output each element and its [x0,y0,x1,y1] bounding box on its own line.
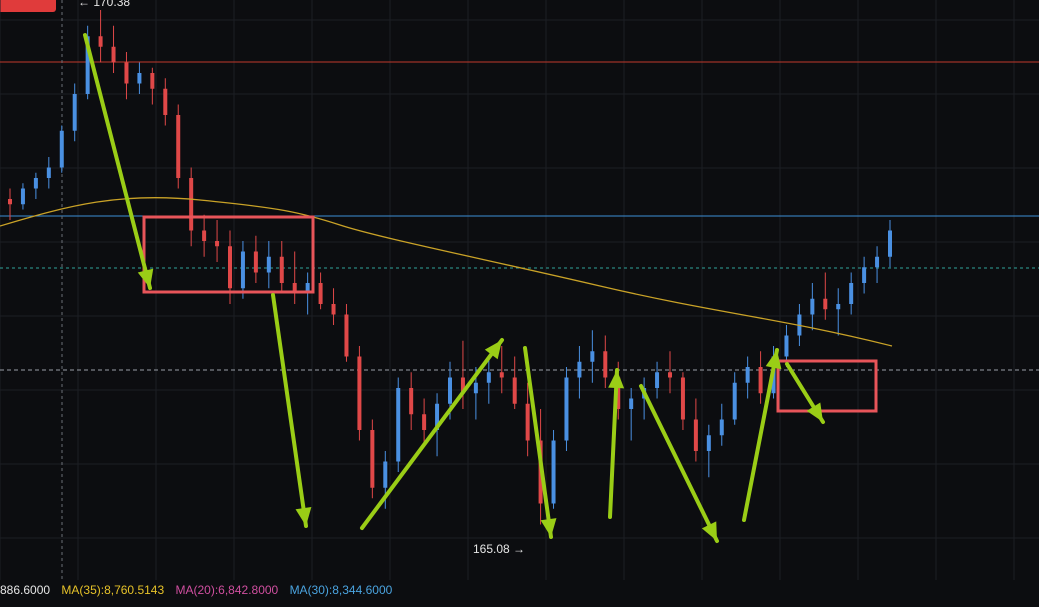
trend-arrow [608,368,619,519]
candle-body [590,351,595,362]
candle-body [655,372,660,388]
candle-body [564,377,569,441]
candle-body [383,461,388,488]
candle-body [422,414,427,430]
candle-body [370,430,375,488]
candle-body [318,283,323,304]
candle-body [629,398,634,409]
trend-arrow-head [540,518,557,537]
candle-body [202,230,207,241]
candle-body [253,251,258,273]
candle-body [875,256,880,268]
candle-body [266,256,271,273]
candle-body [525,403,530,441]
trend-arrow-head [608,370,625,389]
breakout-box [776,359,878,413]
candle-body [8,199,12,205]
candle-body [577,361,582,378]
candle-body [448,377,452,404]
candle-body [810,298,815,315]
candle-body [59,130,64,168]
legend-ma20: MA(20):6,842.8000 [175,583,279,597]
legend-ma35: MA(35):8,760.5143 [61,583,165,597]
candle-body [279,256,284,283]
candle-body [409,388,414,415]
candle-body [189,178,194,231]
trend-arrow [523,346,553,539]
candle-body [215,241,220,247]
candle-body [668,372,672,378]
candle-body [745,367,750,383]
candle-body [719,419,724,436]
candle-body [150,73,155,89]
candle-body [111,46,116,63]
candle-body [72,94,77,131]
candle-body [473,382,478,394]
candle-body [344,314,349,357]
candle-body [20,188,25,205]
candle-body [46,167,51,178]
candle-body [551,440,556,504]
candle-body [124,62,129,84]
session-high-label: ← 170.38 [78,0,131,9]
candle-body [33,178,38,189]
candle-body [706,435,711,451]
candle-body [512,377,517,404]
candle-body [758,367,763,394]
trend-arrow-head [295,507,312,526]
candle-body [357,356,362,430]
candle-body [137,73,142,84]
candle-body [240,251,245,289]
candle-body [98,36,103,47]
candle-body [862,267,867,283]
candlestick-chart [0,0,1039,580]
candle-body [603,351,608,378]
candle-body [680,377,685,420]
moving-average-legend: 886.6000 MA(35):8,760.5143 MA(20):6,842.… [0,583,400,601]
candle-body [176,115,181,178]
trend-arrow [360,338,504,530]
candle-body [499,372,504,378]
candle-body [396,388,401,462]
candle-body [888,230,892,257]
candle-body [836,304,841,310]
candle-body [486,372,491,383]
candle-body [849,283,854,304]
candle-body [331,304,336,315]
candle-body [163,88,168,115]
candle-body [693,419,698,451]
candle-body [228,246,232,289]
candle-body [823,298,828,310]
candle-body [732,382,737,420]
legend-value: 886.6000 [0,583,51,597]
session-low-label: 165.08 → [473,542,526,556]
trend-arrow [83,33,152,290]
trend-arrow [271,293,308,528]
candle-body [784,335,789,357]
legend-ma30: MA(30):8,344.6000 [289,583,393,597]
